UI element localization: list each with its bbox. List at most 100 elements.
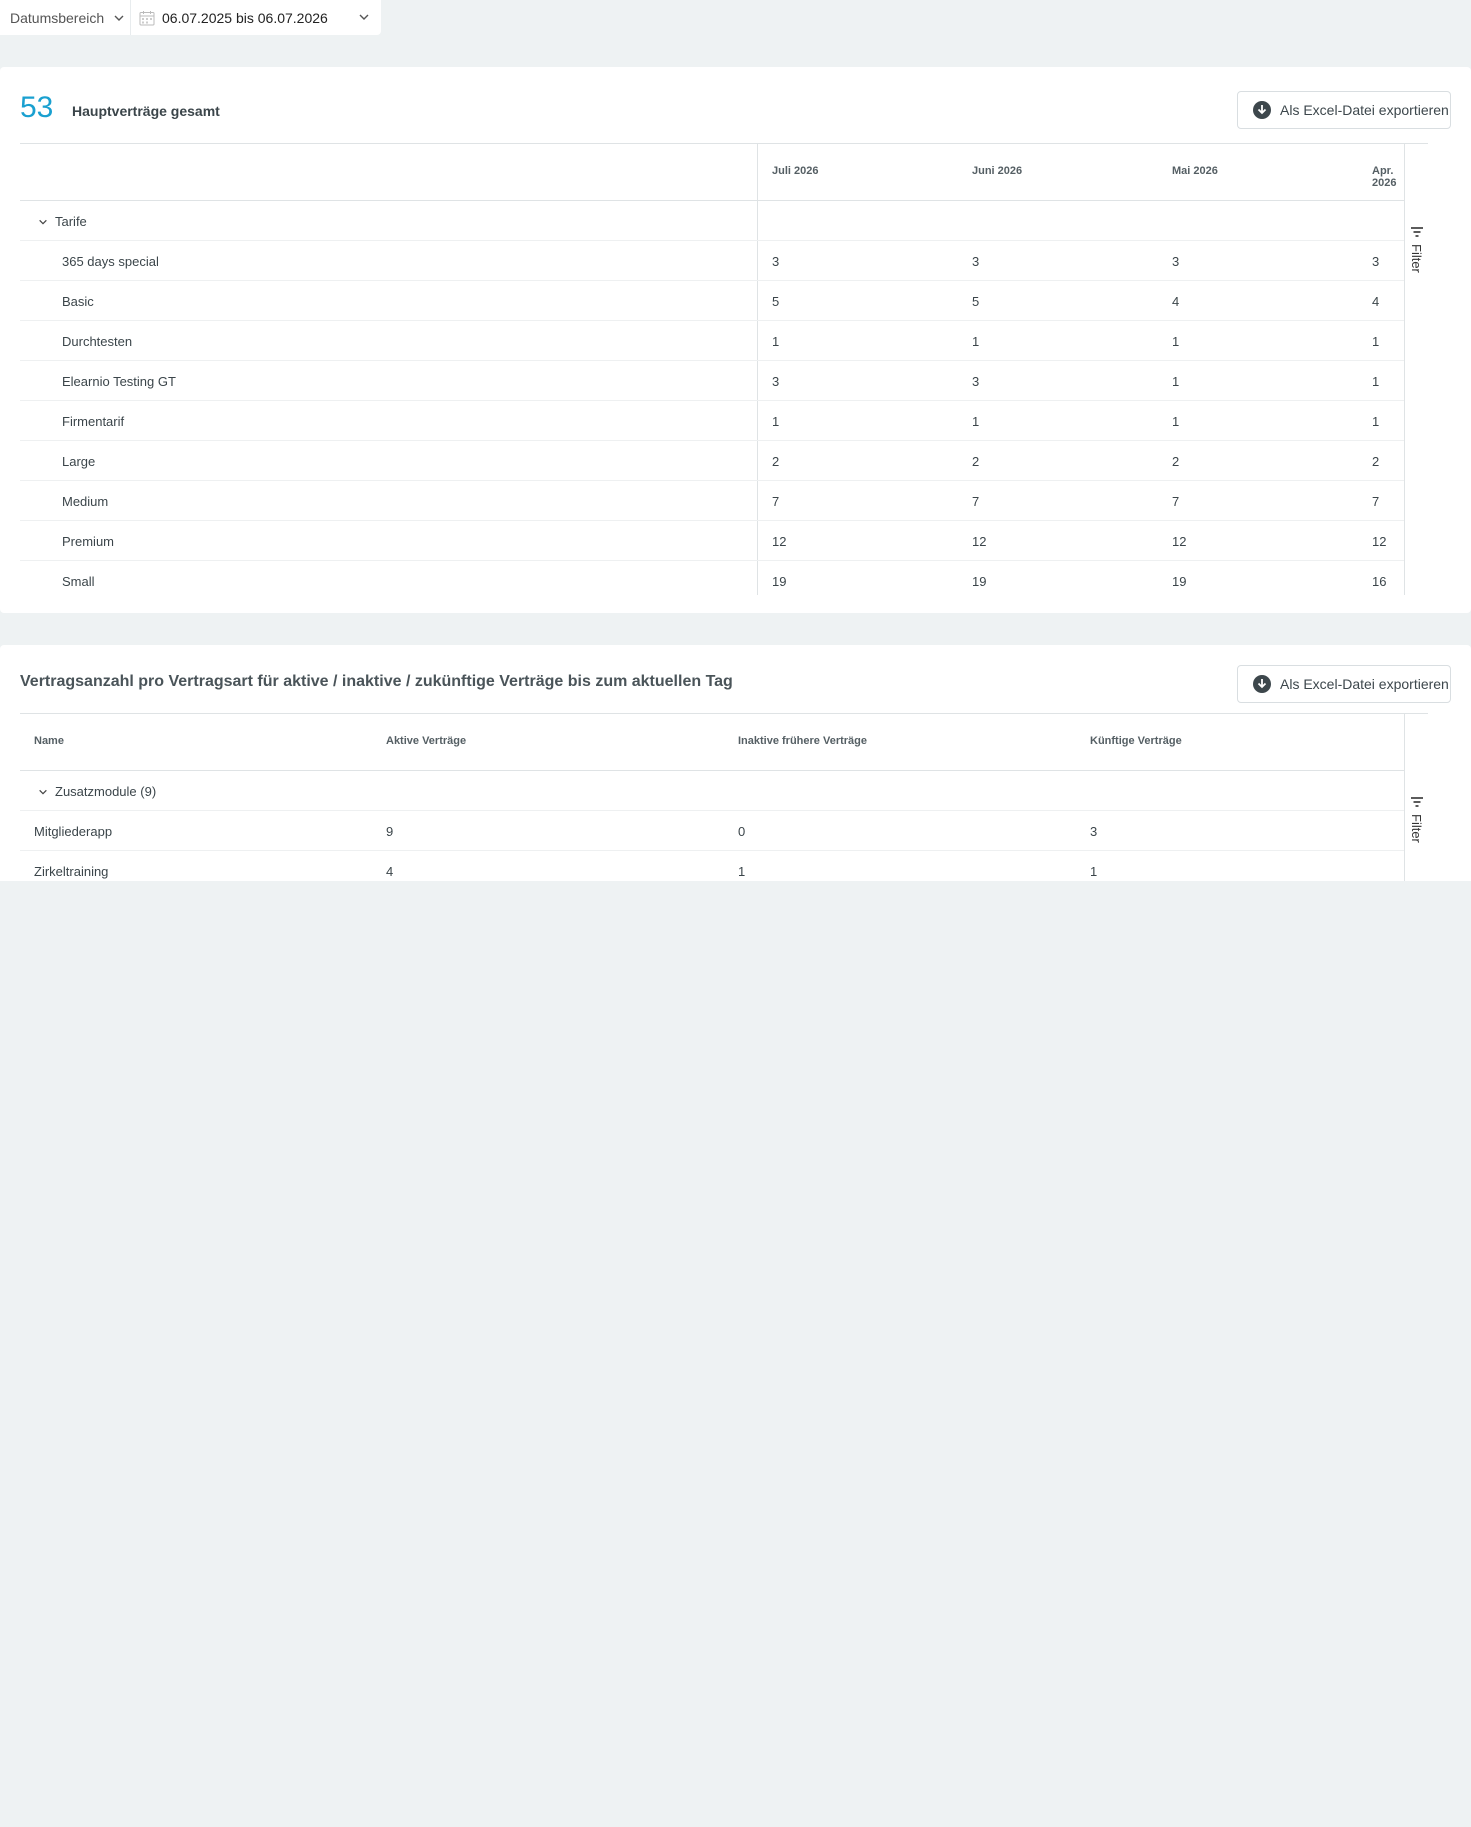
export-excel-button[interactable]: Als Excel-Datei exportieren [1237,665,1451,703]
card-title: Vertragsanzahl pro Vertragsart für aktiv… [20,673,733,690]
row-value: 9 [386,824,394,839]
column-header-name: Name [34,735,64,747]
group-label: Zusatzmodule (9) [38,784,156,799]
table-row: Firmentarif 1 1 1 1 [20,401,1404,441]
group-label: Tarife [38,214,87,229]
row-value: 1 [1172,334,1180,349]
contract-types-table: Name Aktive Verträge Inaktive frühere Ve… [20,713,1428,881]
row-value: 1 [1372,414,1380,429]
column-header-month: Mai 2026 [1172,165,1218,177]
row-label: Large [62,454,96,469]
row-value: 1 [1372,334,1380,349]
table-row: Durchtesten 1 1 1 1 [20,321,1404,361]
row-label: Firmentarif [62,414,125,429]
filter-bar: Datumsbereich 06.07.2025 bis 06.07.2026 [0,0,381,35]
export-excel-label: Als Excel-Datei exportieren [1280,102,1449,118]
table-row: Zirkeltraining 4 1 1 [20,851,1404,881]
row-value: 4 [386,864,394,879]
group-title: Tarife [55,214,87,229]
row-label: Mitgliederapp [34,824,113,839]
row-value: 3 [972,374,980,389]
main-contracts-card: 53 Hauptverträge gesamt Als Excel-Datei … [0,67,1471,613]
row-label: Basic [62,294,94,309]
download-icon [1253,101,1271,119]
date-range-picker[interactable]: 06.07.2025 bis 06.07.2026 [131,0,381,35]
row-label: 365 days special [62,254,159,269]
row-label: Durchtesten [62,334,133,349]
row-value: 5 [972,294,980,309]
contract-types-card: Vertragsanzahl pro Vertragsart für aktiv… [0,645,1471,881]
date-range-type-label: Datumsbereich [10,9,105,26]
row-value: 7 [1172,494,1180,509]
row-value: 19 [772,574,787,589]
table-row: Mitgliederapp 9 0 3 [20,811,1404,851]
card-header: Vertragsanzahl pro Vertragsart für aktiv… [20,645,1451,721]
table-row: Elearnio Testing GT 3 3 1 1 [20,361,1404,401]
row-value: 3 [1372,254,1380,269]
row-label: Zirkeltraining [34,864,109,879]
row-value: 19 [1172,574,1187,589]
table-row: Premium 12 12 12 12 [20,521,1404,561]
row-value: 1 [972,414,980,429]
row-value: 5 [772,294,780,309]
group-row-zusatzmodule[interactable]: Zusatzmodule (9) [20,771,1404,811]
row-value: 1 [772,414,780,429]
filter-label: Filter [1409,814,1424,843]
row-value: 3 [1172,254,1180,269]
row-value: 4 [1372,294,1380,309]
column-header-future: Künftige Verträge [1090,735,1182,747]
total-count: 53 [20,91,54,124]
row-value: 12 [972,534,987,549]
chevron-down-icon [359,14,369,20]
filter-sidebar: Filter [1404,144,1428,595]
row-value: 4 [1172,294,1180,309]
row-value: 1 [1372,374,1380,389]
row-label: Premium [62,534,115,549]
chevron-down-icon [39,219,47,225]
row-value: 1 [738,864,746,879]
column-header-inactive: Inaktive frühere Verträge [738,735,868,747]
filter-icon [1410,227,1423,237]
row-value: 1 [772,334,780,349]
row-value: 2 [1172,454,1180,469]
row-value: 12 [1172,534,1187,549]
row-label: Elearnio Testing GT [62,374,176,389]
table-row: 365 days special 3 3 3 3 [20,241,1404,281]
row-value: 12 [1372,534,1387,549]
row-value: 1 [972,334,980,349]
chevron-down-icon [39,789,47,795]
column-header-active: Aktive Verträge [386,735,467,747]
filter-icon [1410,797,1423,807]
column-header-month: Juli 2026 [772,165,819,177]
table-row: Small 19 19 19 16 [20,561,1404,601]
card-header: 53 Hauptverträge gesamt Als Excel-Datei … [20,67,1451,143]
row-value: 7 [1372,494,1380,509]
row-value: 7 [772,494,780,509]
filter-sidebar: Filter [1404,714,1428,881]
total-count-label: Hauptverträge gesamt [72,103,220,119]
export-excel-button[interactable]: Als Excel-Datei exportieren [1237,91,1451,129]
filter-label: Filter [1409,244,1424,273]
table-header: Name Aktive Verträge Inaktive frühere Ve… [20,714,1404,771]
table-row: Basic 5 5 4 4 [20,281,1404,321]
table-header: Juli 2026 Juni 2026 Mai 2026 Apr. 2026 [20,144,1404,201]
row-value: 16 [1372,574,1387,589]
group-row-tarife[interactable]: Tarife [20,201,1404,241]
export-excel-label: Als Excel-Datei exportieren [1280,676,1449,692]
row-value: 12 [772,534,787,549]
row-value: 1 [1172,414,1180,429]
row-value: 3 [972,254,980,269]
row-value: 3 [1090,824,1098,839]
tariff-table: Juli 2026 Juni 2026 Mai 2026 Apr. 2026 T… [20,143,1428,595]
date-range-type-select[interactable]: Datumsbereich [0,0,131,35]
row-value: 3 [772,254,780,269]
group-title: Zusatzmodule (9) [55,784,157,799]
calendar-icon [139,10,155,25]
filter-toggle[interactable]: Filter [1409,226,1424,273]
row-value: 3 [772,374,780,389]
row-value: 1 [1090,864,1098,879]
row-value: 1 [1172,374,1180,389]
row-value: 2 [1372,454,1380,469]
chevron-down-icon [114,15,124,21]
filter-toggle[interactable]: Filter [1409,796,1424,843]
